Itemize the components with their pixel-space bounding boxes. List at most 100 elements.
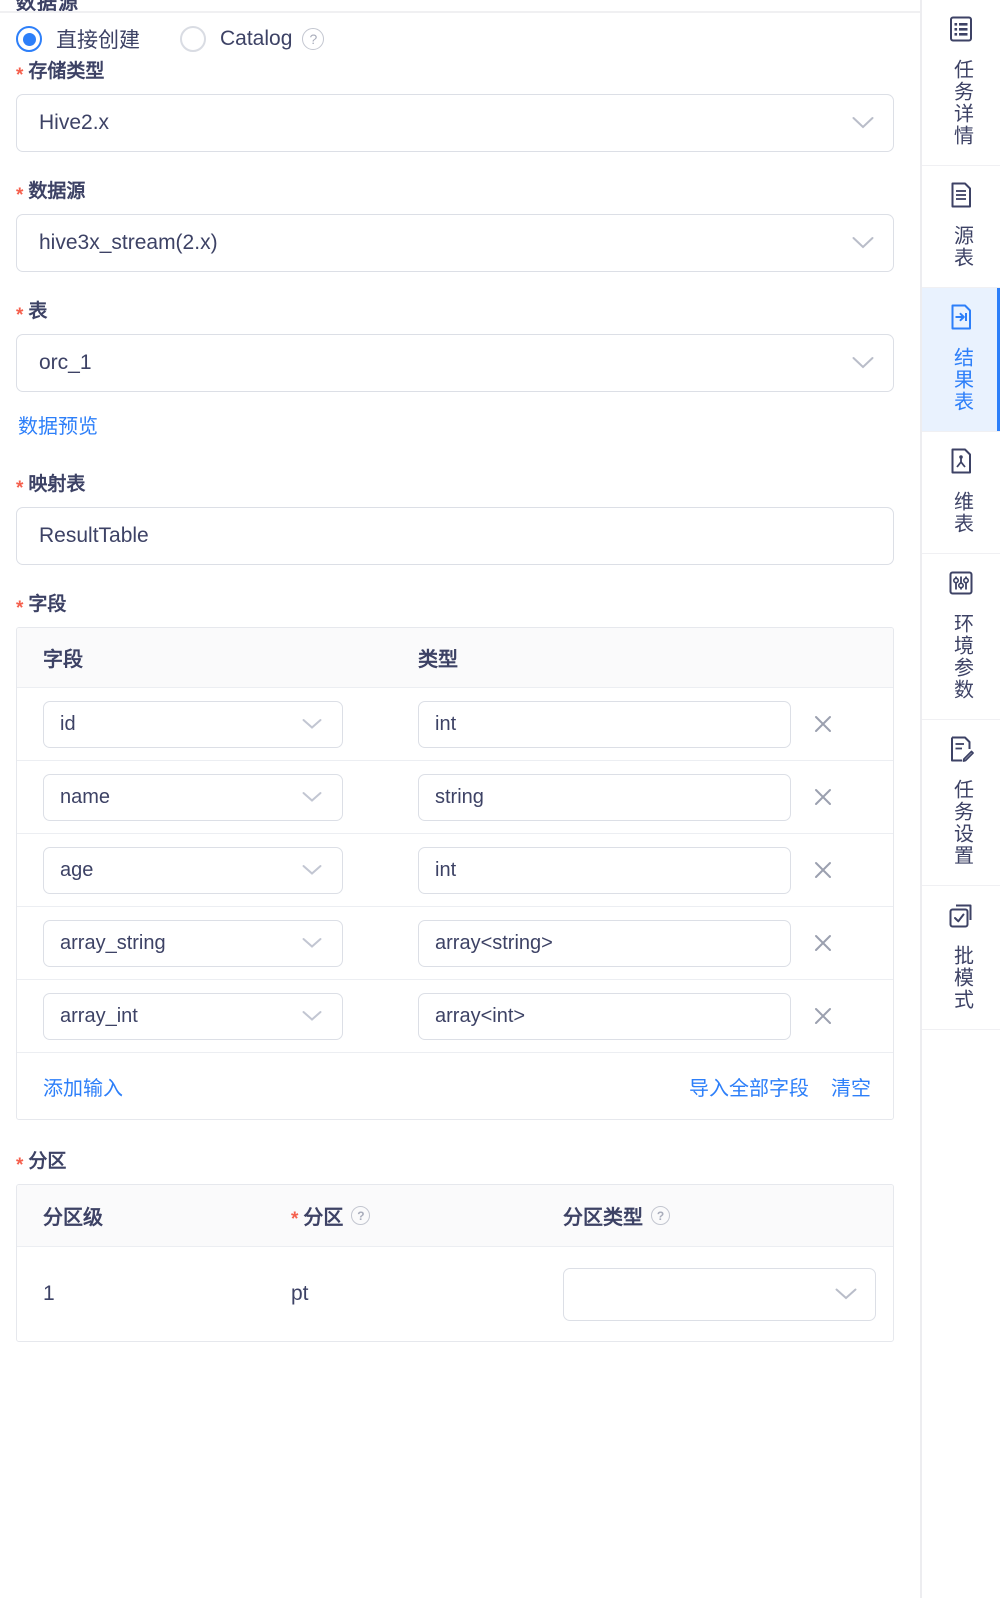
column-field-select[interactable]: array_string xyxy=(43,919,343,967)
datasource-label-text: 数据源 xyxy=(28,181,86,202)
column-field-select-cell: name xyxy=(43,773,418,821)
radio-option-direct-create[interactable]: 直接创建 xyxy=(16,24,140,54)
task-settings-icon xyxy=(946,734,976,769)
required-asterisk: * xyxy=(16,305,24,326)
table-row: array_string array<string> xyxy=(17,907,893,980)
required-asterisk: * xyxy=(291,1209,299,1230)
task-detail-icon xyxy=(946,14,976,49)
mapping-table-label-text: 映射表 xyxy=(28,474,86,495)
sidebar-item-dim-table[interactable]: 维表 xyxy=(922,432,1000,554)
partition-header-type-text: 分区类型 xyxy=(563,1207,643,1229)
batch-mode-icon xyxy=(946,900,976,935)
table-row: id int xyxy=(17,688,893,761)
required-asterisk: * xyxy=(16,598,24,619)
sidebar-item-label: 环境参数 xyxy=(950,613,973,701)
sidebar-item-result-table[interactable]: 结果表 xyxy=(922,288,1000,432)
radio-indicator-unselected[interactable] xyxy=(180,26,206,52)
column-type-input-cell: string xyxy=(418,773,793,821)
column-field-select[interactable]: age xyxy=(43,846,343,894)
mapping-table-input[interactable]: ResultTable xyxy=(16,507,894,565)
table-label-text: 表 xyxy=(28,301,48,322)
columns-footer-actions: 导入全部字段 清空 xyxy=(689,1072,871,1101)
partition-section-label-text: 分区 xyxy=(28,1151,67,1172)
column-type-input[interactable]: array<string> xyxy=(418,919,791,967)
radio-label-catalog: Catalog xyxy=(220,27,293,50)
storage-type-select[interactable]: Hive2.x xyxy=(16,94,894,152)
help-icon[interactable]: ? xyxy=(351,1206,371,1225)
datasource-select[interactable]: hive3x_stream(2.x) xyxy=(16,214,894,272)
columns-table-footer: 添加输入 导入全部字段 清空 xyxy=(17,1053,893,1119)
table-select-wrap: orc_1 xyxy=(16,334,894,392)
sidebar-item-label: 批模式 xyxy=(950,945,973,1011)
sidebar-item-label: 任务详情 xyxy=(950,59,973,147)
table-select[interactable]: orc_1 xyxy=(16,334,894,392)
dim-table-icon xyxy=(946,446,976,481)
storage-type-select-wrap: Hive2.x xyxy=(16,94,894,152)
sidebar-item-label: 源表 xyxy=(950,225,973,269)
delete-row-icon[interactable] xyxy=(803,931,843,955)
sidebar-item-label: 维表 xyxy=(950,491,973,535)
sidebar-item-env-params[interactable]: 环境参数 xyxy=(922,554,1000,720)
sidebar-item-task-detail[interactable]: 任务详情 xyxy=(922,0,1000,166)
columns-table-header: 字段 类型 xyxy=(17,628,893,688)
column-type-input[interactable]: array<int> xyxy=(418,992,791,1040)
column-type-input-cell: array<string> xyxy=(418,919,793,967)
partition-section: * 分区 分区级 * 分区 ? 分区类型 ? 1 pt xyxy=(16,1150,898,1342)
datasource-select-wrap: hive3x_stream(2.x) xyxy=(16,214,894,272)
column-field-select-cell: age xyxy=(43,846,418,894)
mapping-table-input-wrap: ResultTable xyxy=(16,507,894,565)
help-icon[interactable]: ? xyxy=(651,1206,670,1225)
data-preview-link[interactable]: 数据预览 xyxy=(18,410,98,439)
column-type-input-cell: int xyxy=(418,700,793,748)
column-type-input[interactable]: string xyxy=(418,773,791,821)
table-field: * 表 orc_1 数据预览 xyxy=(16,300,898,473)
delete-row-icon[interactable] xyxy=(803,858,843,882)
clear-fields-button[interactable]: 清空 xyxy=(831,1072,871,1101)
column-field-select-cell: array_string xyxy=(43,919,418,967)
sidebar-item-source-table[interactable]: 源表 xyxy=(922,166,1000,288)
datasource-label: * 数据源 xyxy=(16,180,898,206)
sliders-icon xyxy=(946,568,976,603)
partition-header-partition: * 分区 ? xyxy=(291,1201,563,1230)
import-all-fields-button[interactable]: 导入全部字段 xyxy=(689,1072,809,1101)
sidebar-item-task-settings[interactable]: 任务设置 xyxy=(922,720,1000,886)
partition-name-value: pt xyxy=(291,1282,309,1305)
column-type-input[interactable]: int xyxy=(418,700,791,748)
column-header-type: 类型 xyxy=(418,649,458,671)
top-divider xyxy=(0,11,920,13)
help-icon[interactable]: ? xyxy=(302,28,325,50)
column-field-select[interactable]: name xyxy=(43,773,343,821)
partition-type-select[interactable] xyxy=(563,1267,876,1321)
required-asterisk: * xyxy=(16,478,24,499)
partition-table: 分区级 * 分区 ? 分区类型 ? 1 pt xyxy=(16,1184,894,1342)
columns-section-label-text: 字段 xyxy=(28,594,67,615)
delete-row-icon[interactable] xyxy=(803,1004,843,1028)
column-field-select[interactable]: array_int xyxy=(43,992,343,1040)
table-row: array_int array<int> xyxy=(17,980,893,1053)
delete-row-icon[interactable] xyxy=(803,785,843,809)
datasource-field: * 数据源 hive3x_stream(2.x) xyxy=(16,180,898,272)
delete-row-icon[interactable] xyxy=(803,712,843,736)
radio-label-direct-create: 直接创建 xyxy=(56,29,140,52)
column-type-input[interactable]: int xyxy=(418,846,791,894)
storage-type-label-text: 存储类型 xyxy=(28,61,105,82)
partition-level-value: 1 xyxy=(43,1282,55,1305)
required-asterisk: * xyxy=(16,185,24,206)
column-type-input-cell: int xyxy=(418,846,793,894)
sidebar-item-batch-mode[interactable]: 批模式 xyxy=(922,886,1000,1030)
storage-type-label: * 存储类型 xyxy=(16,60,898,85)
column-type-input-cell: array<int> xyxy=(418,992,793,1040)
table-row: age int xyxy=(17,834,893,907)
column-field-select[interactable]: id xyxy=(43,700,343,748)
column-field-select-cell: array_int xyxy=(43,992,418,1040)
columns-section-label: * 字段 xyxy=(16,593,898,619)
columns-section: * 字段 字段 类型 id int name string age int ar… xyxy=(16,593,898,1120)
partition-header-partition-text: 分区 xyxy=(303,1207,344,1229)
result-table-config-screen: 数据源 直接创建 Catalog ? * 存储类型 Hive2.x * 数据源 … xyxy=(0,0,1000,1598)
columns-table: 字段 类型 id int name string age int array_s… xyxy=(16,627,894,1120)
source-table-icon xyxy=(946,180,976,215)
radio-option-catalog[interactable]: Catalog ? xyxy=(180,26,325,52)
radio-indicator-selected[interactable] xyxy=(16,26,42,52)
add-input-button[interactable]: 添加输入 xyxy=(43,1072,123,1101)
result-table-form-pane: 数据源 直接创建 Catalog ? * 存储类型 Hive2.x * 数据源 … xyxy=(0,0,920,1598)
